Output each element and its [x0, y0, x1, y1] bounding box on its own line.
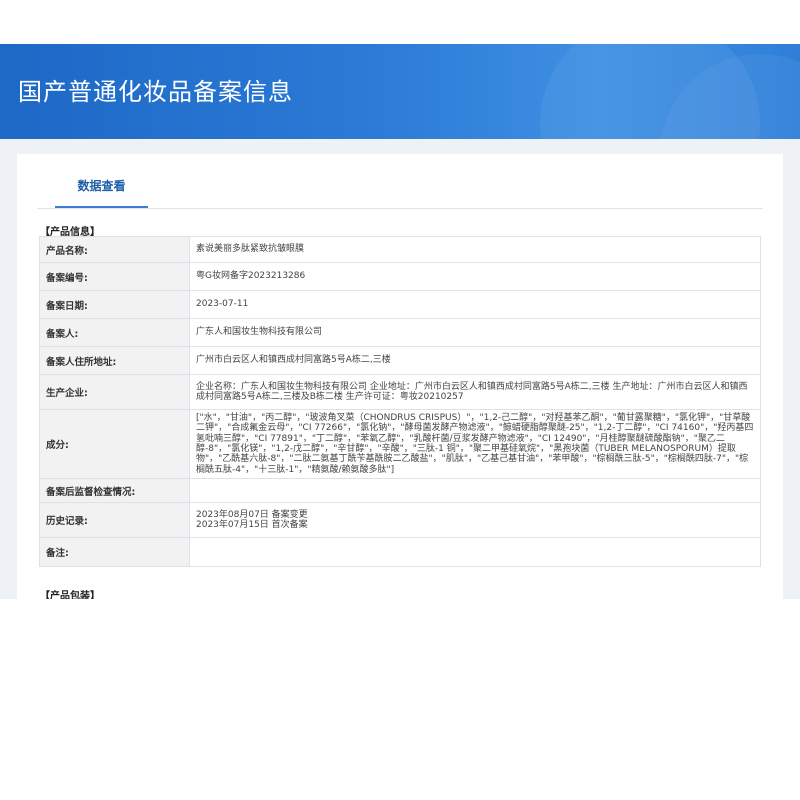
filing-date-value: 2023-07-11	[189, 290, 761, 319]
history-entry: 2023年08月07日 备案变更	[196, 509, 308, 520]
filer-value: 广东人和国妆生物科技有限公司	[189, 318, 761, 347]
header-banner: 国产普通化妆品备案信息	[0, 44, 800, 139]
table-row: 备案人: 广东人和国妆生物科技有限公司	[39, 318, 761, 347]
table-row: 备案日期: 2023-07-11	[39, 290, 761, 319]
table-row: 备案人住所地址: 广州市白云区人和镇西成村同富路5号A栋二,三楼	[39, 346, 761, 375]
history-entry: 2023年07月15日 首次备案	[196, 520, 308, 530]
row-label: 成分:	[39, 409, 190, 479]
row-label: 生产企业:	[39, 374, 190, 410]
history-value: 2023年08月07日 备案变更 2023年07月15日 首次备案	[189, 502, 761, 538]
page-bottom-area	[0, 599, 800, 800]
table-row: 生产企业: 企业名称：广东人和国妆生物科技有限公司 企业地址：广州市白云区人和镇…	[39, 374, 761, 410]
remarks-value	[189, 537, 761, 567]
row-label: 备案编号:	[39, 262, 190, 291]
table-row: 备注:	[39, 537, 761, 567]
supervision-value	[189, 478, 761, 503]
content-card: 数据查看 【产品信息】 产品名称: 素说美丽多肽紧致抗皱眼膜 备案编号: 粤G妆…	[17, 154, 783, 602]
table-row: 产品名称: 素说美丽多肽紧致抗皱眼膜	[39, 236, 761, 263]
filing-number-value: 粤G妆网备字2023213286	[189, 262, 761, 291]
row-label: 历史记录:	[39, 502, 190, 538]
page-title: 国产普通化妆品备案信息	[18, 78, 293, 106]
product-info-table: 产品名称: 素说美丽多肽紧致抗皱眼膜 备案编号: 粤G妆网备字202321328…	[39, 236, 761, 567]
ingredients-value: ["水"，"甘油"，"丙二醇"，"玻波角叉菜（CHONDRUS CRISPUS）…	[189, 409, 761, 479]
table-row: 历史记录: 2023年08月07日 备案变更 2023年07月15日 首次备案	[39, 502, 761, 538]
filer-address-value: 广州市白云区人和镇西成村同富路5号A栋二,三楼	[189, 346, 761, 375]
page: 国产普通化妆品备案信息 数据查看 【产品信息】 产品名称: 素说美丽多肽紧致抗皱…	[0, 0, 800, 800]
table-row: 备案后监督检查情况:	[39, 478, 761, 503]
row-label: 备案人:	[39, 318, 190, 347]
row-label: 备注:	[39, 537, 190, 567]
row-label: 备案后监督检查情况:	[39, 478, 190, 503]
row-label: 产品名称:	[39, 236, 190, 263]
tab-bar: 数据查看	[37, 174, 763, 209]
table-row: 备案编号: 粤G妆网备字2023213286	[39, 262, 761, 291]
table-row: 成分: ["水"，"甘油"，"丙二醇"，"玻波角叉菜（CHONDRUS CRIS…	[39, 409, 761, 479]
row-label: 备案日期:	[39, 290, 190, 319]
product-name-value: 素说美丽多肽紧致抗皱眼膜	[189, 236, 761, 263]
row-label: 备案人住所地址:	[39, 346, 190, 375]
tab-data-view[interactable]: 数据查看	[55, 174, 148, 208]
manufacturer-value: 企业名称：广东人和国妆生物科技有限公司 企业地址：广州市白云区人和镇西成村同富路…	[189, 374, 761, 410]
